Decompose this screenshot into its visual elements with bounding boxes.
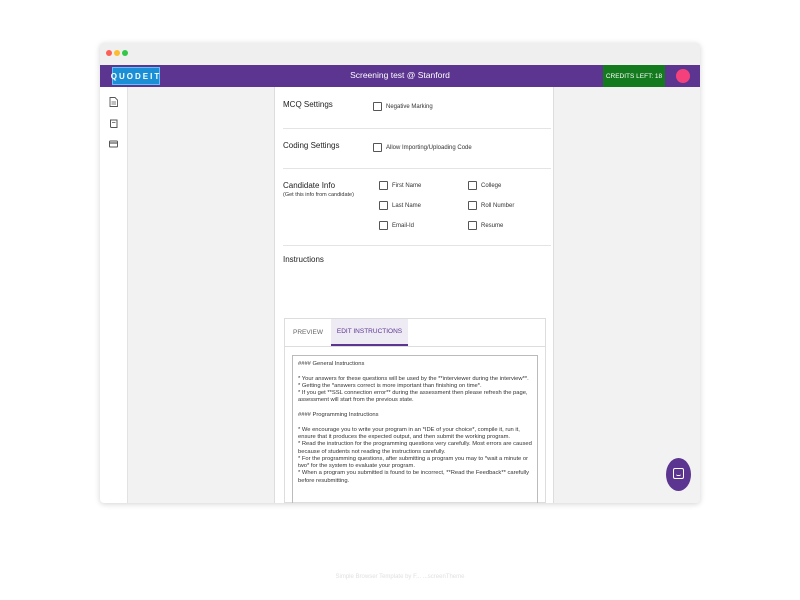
- maximize-window-button[interactable]: [122, 50, 128, 56]
- first-name-checkbox[interactable]: [379, 181, 388, 190]
- tab-edit-instructions[interactable]: EDIT INSTRUCTIONS: [331, 319, 408, 346]
- top-bar: QUODEIT Screening test @ Stanford CREDIT…: [100, 65, 700, 87]
- window-chrome: [100, 43, 700, 62]
- instruction-line: * Read the instruction for the programmi…: [298, 441, 532, 455]
- sidebar: [100, 87, 128, 503]
- instructions-tabs: PREVIEW EDIT INSTRUCTIONS #### General I…: [284, 318, 546, 503]
- tab-preview[interactable]: PREVIEW: [285, 319, 331, 346]
- card-icon[interactable]: [109, 139, 118, 149]
- chat-launcher-button[interactable]: [666, 458, 691, 491]
- roll-number-label: Roll Number: [481, 203, 515, 209]
- allow-import-label: Allow Importing/Uploading Code: [386, 145, 472, 151]
- minimize-window-button[interactable]: [114, 50, 120, 56]
- instruction-line: * We encourage you to write your program…: [298, 426, 520, 440]
- avatar[interactable]: [676, 69, 690, 83]
- instruction-line: * Your answers for these questions will …: [298, 375, 529, 382]
- instruction-line: #### Programming Instructions: [298, 412, 379, 419]
- candidate-info-label: Candidate Info: [283, 181, 336, 190]
- instruction-line: * When a program you submitted is found …: [298, 470, 530, 484]
- email-id-checkbox[interactable]: [379, 221, 388, 230]
- main-content: MCQ Settings Negative Marking Coding Set…: [128, 87, 700, 503]
- credits-badge: CREDITS LEFT: 18: [603, 65, 665, 87]
- book-icon[interactable]: [109, 119, 118, 129]
- allow-import-checkbox[interactable]: [373, 143, 382, 152]
- document-icon[interactable]: [109, 97, 118, 107]
- footer-credit: Simple Browser Template by F... ...scree…: [335, 574, 465, 580]
- coding-settings-label: Coding Settings: [283, 141, 340, 150]
- negative-marking-checkbox[interactable]: [373, 102, 382, 111]
- instructions-editor[interactable]: #### General Instructions * Your answers…: [292, 355, 538, 503]
- first-name-label: First Name: [392, 183, 422, 189]
- college-label: College: [481, 183, 502, 189]
- instruction-line: * If you get **SSL connection error** du…: [298, 390, 528, 404]
- instructions-label: Instructions: [283, 255, 324, 264]
- negative-marking-label: Negative Marking: [386, 104, 433, 110]
- mcq-settings-row: MCQ Settings Negative Marking: [283, 87, 551, 129]
- resume-label: Resume: [481, 223, 504, 229]
- instruction-line: [298, 419, 532, 426]
- instruction-line: [298, 405, 532, 412]
- settings-panel: MCQ Settings Negative Marking Coding Set…: [274, 87, 554, 503]
- instruction-line: [298, 368, 532, 375]
- browser-window: QUODEIT Screening test @ Stanford CREDIT…: [100, 43, 700, 503]
- close-window-button[interactable]: [106, 50, 112, 56]
- coding-settings-row: Coding Settings Allow Importing/Uploadin…: [283, 129, 551, 169]
- instruction-line: * For the programming questions, after s…: [298, 455, 529, 470]
- candidate-info-sublabel: (Get this info from candidate): [283, 192, 354, 198]
- tab-divider: [285, 346, 545, 347]
- roll-number-checkbox[interactable]: [468, 201, 477, 210]
- college-checkbox[interactable]: [468, 181, 477, 190]
- candidate-info-row: Candidate Info (Get this info from candi…: [283, 169, 551, 246]
- mcq-settings-label: MCQ Settings: [283, 100, 333, 109]
- instruction-line: #### General Instructions: [298, 361, 365, 367]
- resume-checkbox[interactable]: [468, 221, 477, 230]
- last-name-label: Last Name: [392, 203, 422, 209]
- instruction-line: * Getting the *answers correct is more i…: [298, 382, 482, 389]
- email-id-label: Email-Id: [392, 223, 415, 229]
- last-name-checkbox[interactable]: [379, 201, 388, 210]
